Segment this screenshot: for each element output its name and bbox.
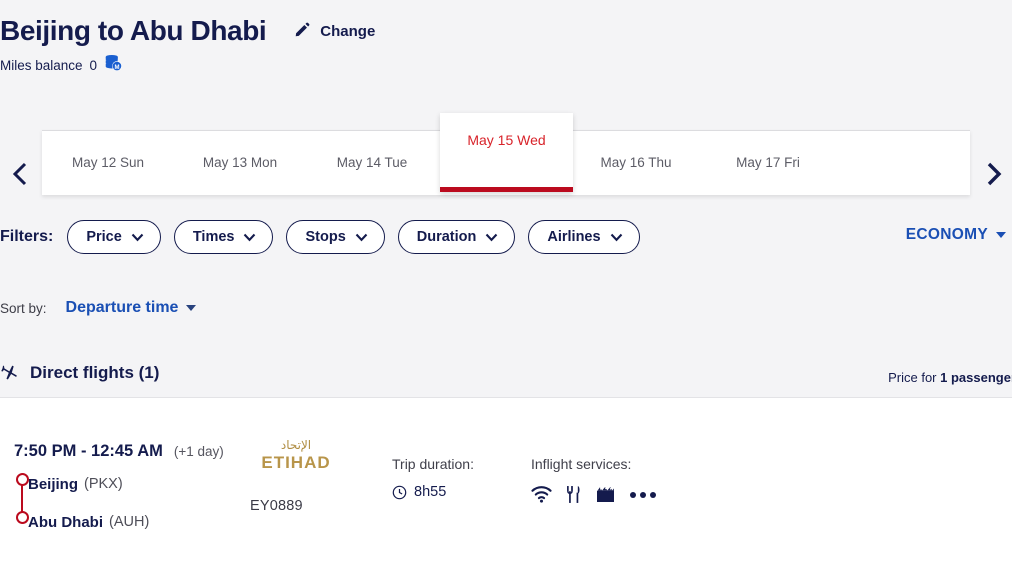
cabin-class-label: ECONOMY: [905, 226, 988, 243]
flight-day-offset: (+1 day): [173, 444, 224, 459]
section-title: Direct flights (1): [30, 363, 160, 382]
date-tab-5[interactable]: May 17 Fri: [702, 156, 834, 170]
date-carousel: May 12 Sun May 13 Mon May 14 Tue May 15 …: [0, 113, 1012, 205]
caret-down-icon: [186, 305, 197, 311]
origin-city: Beijing: [28, 475, 79, 493]
chevron-down-icon: [355, 233, 368, 241]
date-tab-2[interactable]: May 14 Tue: [306, 156, 438, 170]
filter-times[interactable]: Times: [173, 220, 274, 254]
miles-coins-icon: M: [104, 54, 123, 77]
sort-bar: Sort by: Departure time: [0, 299, 197, 317]
filter-duration[interactable]: Duration: [397, 220, 516, 254]
wifi-icon: [531, 486, 552, 503]
date-prev-button[interactable]: [5, 157, 35, 191]
caret-down-icon: [996, 232, 1006, 238]
flight-result-card[interactable]: 7:50 PM - 12:45 AM (+1 day) Beijing (PKX…: [0, 397, 1012, 566]
page-header: Beijing to Abu Dhabi Change Miles balanc…: [0, 0, 1012, 77]
change-label: Change: [320, 23, 376, 41]
direct-flights-header: Direct flights (1) Price for 1 passenger: [0, 363, 1012, 385]
miles-balance: Miles balance 0 M: [0, 54, 1012, 77]
svg-text:M: M: [115, 65, 120, 71]
date-tab-selected-label: May 15 Wed: [467, 132, 546, 148]
chevron-down-icon: [131, 233, 144, 241]
svg-text:الإتحاد: الإتحاد: [281, 438, 311, 452]
date-tab-0[interactable]: May 12 Sun: [42, 156, 174, 170]
trip-duration-value: 8h55: [414, 484, 447, 500]
flight-times: 7:50 PM - 12:45 AM: [14, 442, 163, 460]
pencil-icon: [294, 21, 311, 43]
filter-airlines[interactable]: Airlines: [528, 220, 640, 254]
inflight-services-block: Inflight services:: [531, 456, 656, 504]
meal-icon: [567, 486, 580, 503]
sort-by-selector[interactable]: Departure time: [66, 299, 197, 317]
flight-times-line: 7:50 PM - 12:45 AM (+1 day): [14, 442, 224, 461]
chevron-right-icon: [987, 162, 1001, 186]
filter-stops[interactable]: Stops: [286, 220, 385, 254]
chevron-down-icon: [486, 233, 498, 241]
flight-itinerary: 7:50 PM - 12:45 AM (+1 day) Beijing (PKX…: [14, 442, 224, 536]
filters-bar: Filters: Price Times Stops Duration Airl…: [0, 220, 1012, 254]
miles-balance-label: Miles balance: [0, 57, 83, 73]
destination-code: (AUH): [109, 514, 150, 530]
entertainment-icon: [597, 487, 614, 503]
date-next-button[interactable]: [978, 157, 1008, 191]
inflight-services-label: Inflight services:: [531, 456, 632, 472]
date-tab-4[interactable]: May 16 Thu: [570, 156, 702, 170]
origin-row: Beijing (PKX): [28, 470, 224, 498]
filter-stops-label: Stops: [305, 229, 346, 245]
price-passenger-note: Price for 1 passenger: [888, 370, 1012, 385]
svg-text:ETIHAD: ETIHAD: [261, 453, 330, 472]
trip-duration-block: Trip duration: 8h55: [392, 456, 474, 500]
inflight-services-icons: [531, 485, 656, 504]
destination-dot-icon: [15, 511, 29, 524]
filter-price-label: Price: [86, 229, 122, 245]
etihad-logo: الإتحاد ETIHAD: [261, 438, 330, 472]
flight-number: EY0889: [250, 498, 303, 514]
miles-balance-value: 0: [89, 57, 98, 73]
destination-city: Abu Dhabi: [28, 513, 103, 531]
date-tab-selected[interactable]: May 15 Wed: [440, 113, 573, 192]
price-note-prefix: Price for: [888, 370, 941, 385]
more-services-icon[interactable]: [630, 491, 656, 498]
date-tab-1[interactable]: May 13 Mon: [174, 156, 306, 170]
origin-dot-icon: [15, 473, 29, 486]
filters-label: Filters:: [0, 228, 54, 245]
filter-airlines-label: Airlines: [547, 229, 601, 245]
airplane-icon: [1, 365, 17, 379]
section-title-wrap: Direct flights (1): [0, 363, 159, 383]
filter-duration-label: Duration: [416, 229, 477, 245]
change-route-button[interactable]: Change: [294, 21, 375, 43]
chevron-down-icon: [244, 233, 256, 241]
clock-icon: [392, 485, 407, 499]
trip-duration-value-row: 8h55: [392, 484, 474, 500]
route-segment: Beijing (PKX) Abu Dhabi (AUH): [14, 470, 224, 536]
page-title: Beijing to Abu Dhabi: [0, 15, 267, 46]
destination-row: Abu Dhabi (AUH): [28, 508, 224, 536]
trip-duration-label: Trip duration:: [392, 456, 474, 472]
flight-search-results-page: Beijing to Abu Dhabi Change Miles balanc…: [0, 0, 1012, 566]
filter-price[interactable]: Price: [67, 220, 161, 254]
sort-by-value: Departure time: [65, 299, 179, 316]
origin-code: (PKX): [84, 476, 123, 492]
chevron-down-icon: [610, 233, 622, 241]
title-row: Beijing to Abu Dhabi Change: [0, 14, 1012, 48]
price-note-count: 1 passenger: [940, 370, 1012, 385]
cabin-class-selector[interactable]: ECONOMY: [906, 226, 1006, 244]
filter-times-label: Times: [192, 229, 235, 245]
sort-by-label: Sort by:: [0, 300, 47, 316]
airline-column: الإتحاد ETIHAD EY0889: [250, 436, 360, 514]
chevron-left-icon: [12, 162, 26, 186]
